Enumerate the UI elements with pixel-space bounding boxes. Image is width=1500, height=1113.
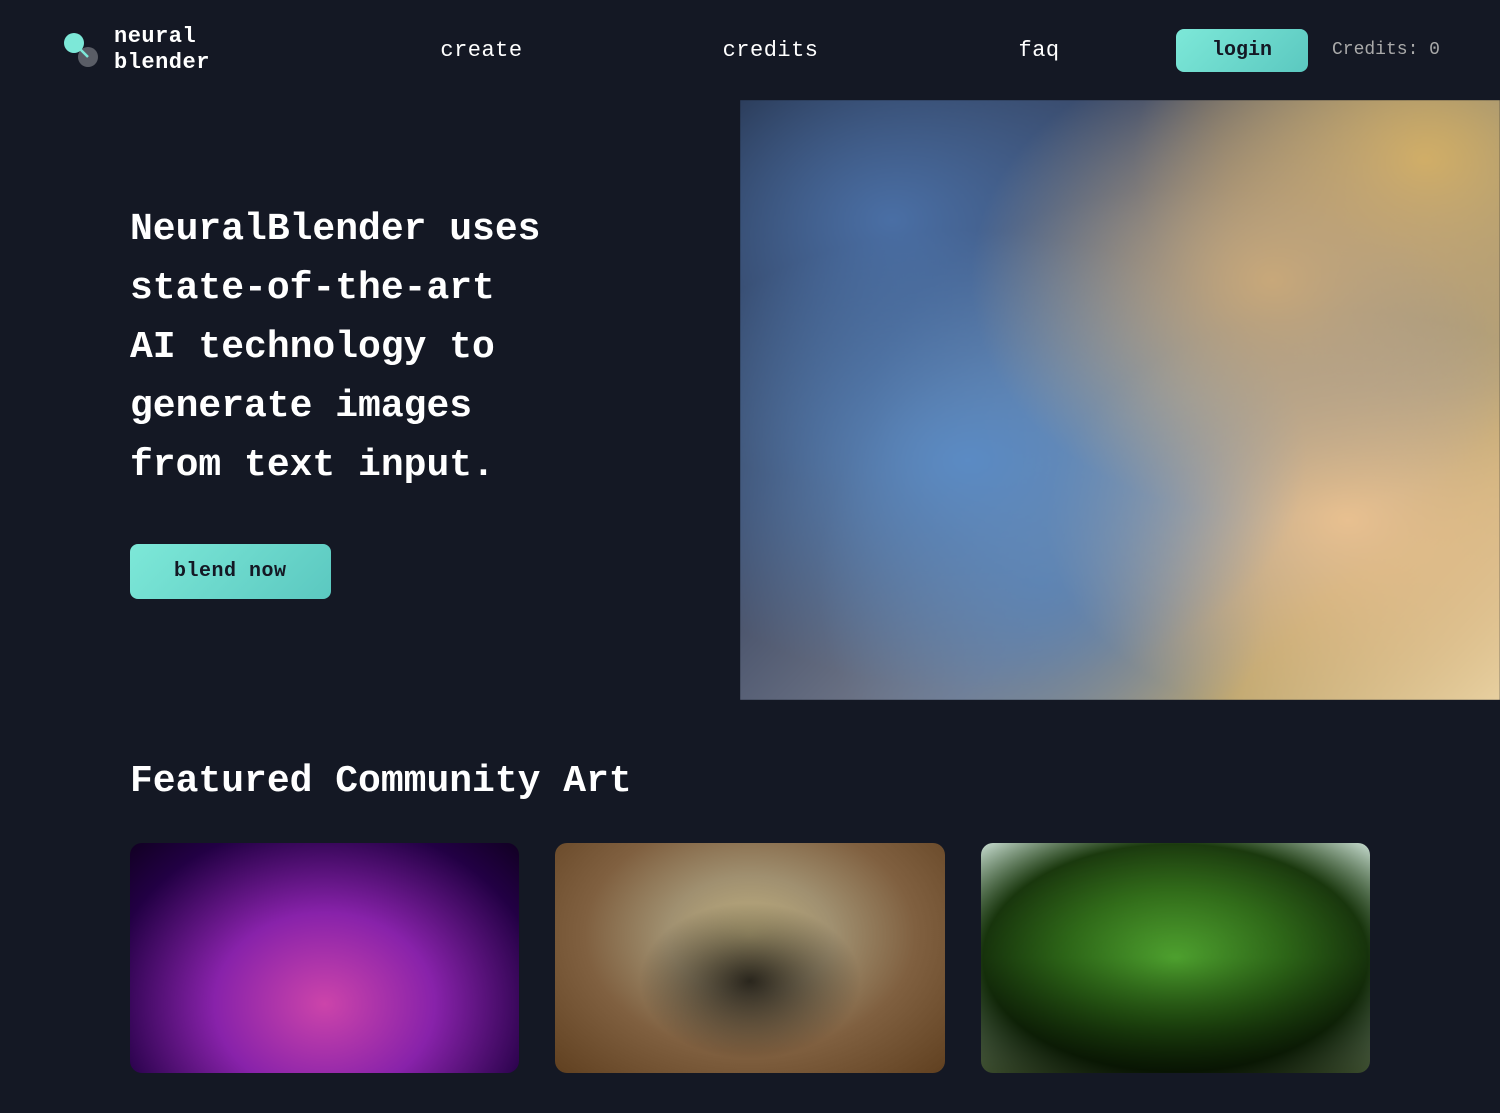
- art-card-2[interactable]: [555, 843, 944, 1073]
- community-section: Featured Community Art: [0, 700, 1500, 1113]
- hero-image-bg: [740, 100, 1500, 700]
- blend-now-button[interactable]: blend now: [130, 544, 331, 599]
- art-card-3[interactable]: [981, 843, 1370, 1073]
- site-header: neural blender create credits faq login …: [0, 0, 1500, 100]
- logo-icon: [60, 29, 102, 71]
- credits-count: Credits: 0: [1332, 40, 1440, 60]
- main-nav: create credits faq: [440, 38, 1059, 63]
- hero-section: NeuralBlender uses state-of-the-art AI t…: [0, 100, 1500, 700]
- nav-credits[interactable]: credits: [723, 38, 819, 63]
- header-right: login Credits: 0: [1176, 29, 1440, 72]
- hero-image: [740, 100, 1500, 700]
- community-title: Featured Community Art: [130, 760, 1370, 803]
- logo-text: neural blender: [114, 24, 210, 77]
- art-card-1[interactable]: [130, 843, 519, 1073]
- hero-title: NeuralBlender uses state-of-the-art AI t…: [130, 201, 560, 495]
- hero-content: NeuralBlender uses state-of-the-art AI t…: [0, 201, 560, 598]
- logo[interactable]: neural blender: [60, 24, 210, 77]
- nav-faq[interactable]: faq: [1019, 38, 1060, 63]
- login-button[interactable]: login: [1176, 29, 1308, 72]
- nav-create[interactable]: create: [440, 38, 522, 63]
- art-grid: [130, 843, 1370, 1073]
